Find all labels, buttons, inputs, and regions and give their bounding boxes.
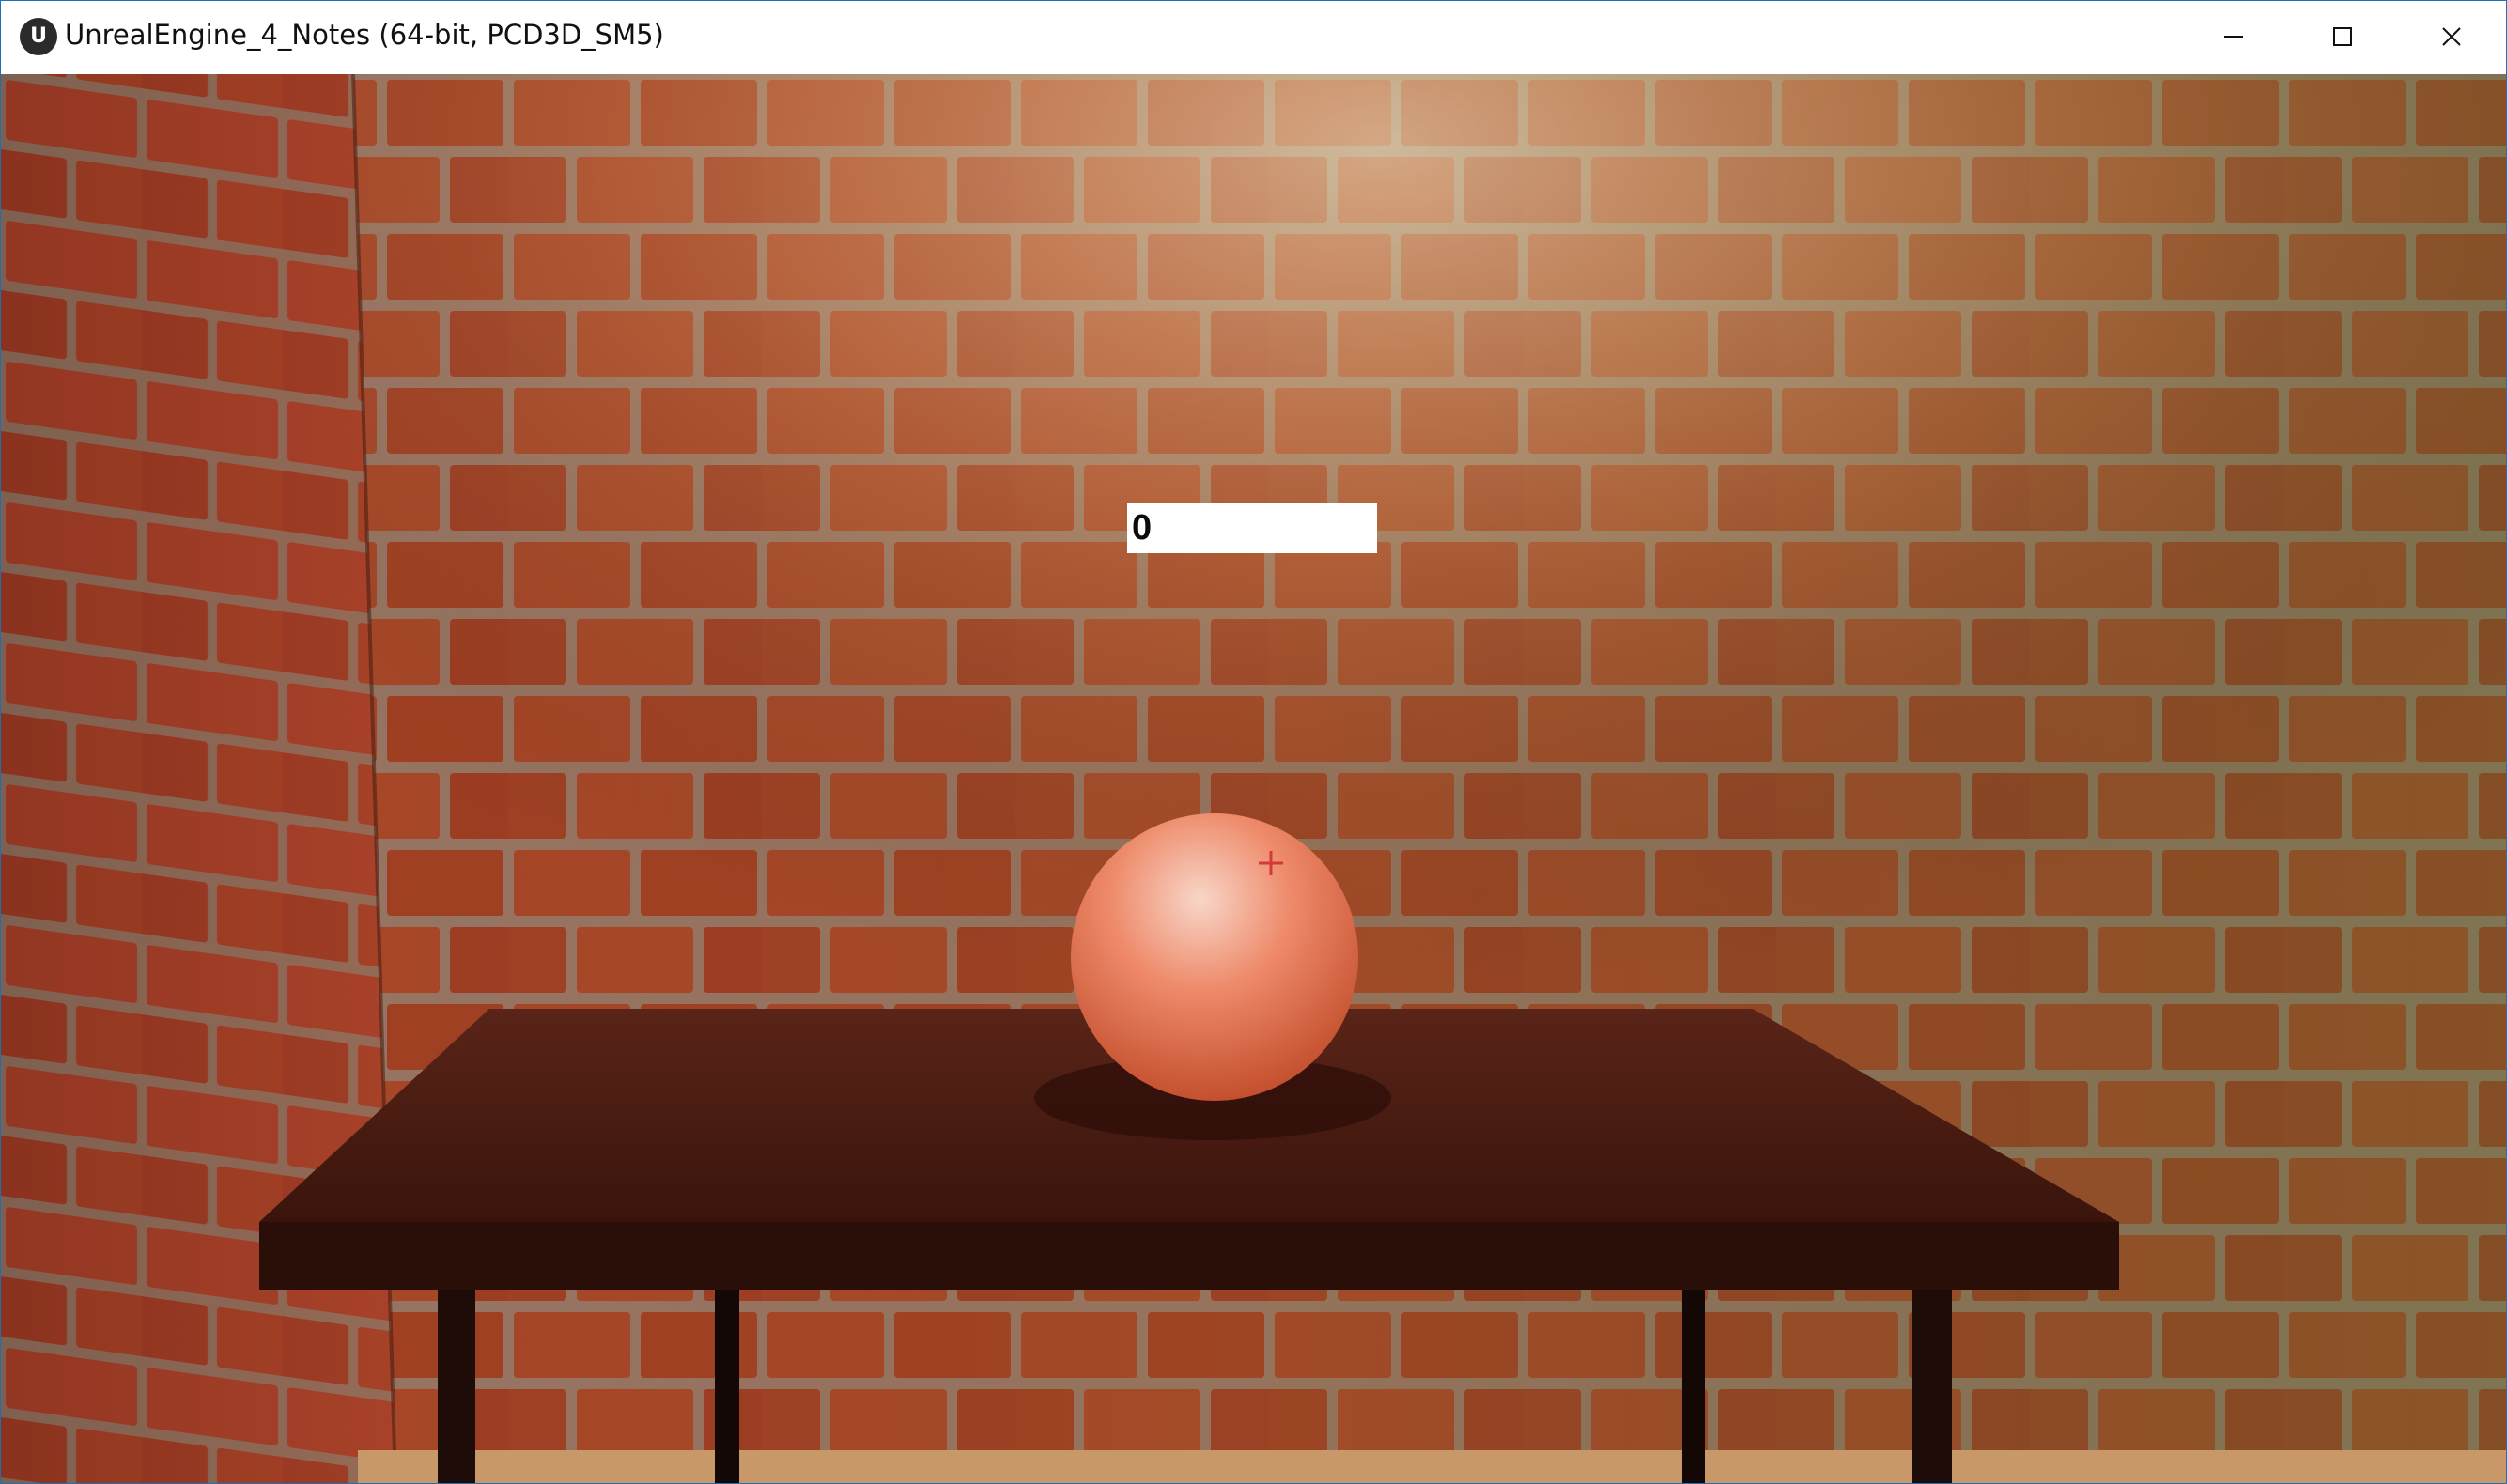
unreal-engine-icon: U — [20, 18, 57, 55]
crosshair-icon — [1259, 851, 1283, 875]
maximize-icon — [2333, 27, 2352, 46]
maximize-button[interactable] — [2288, 1, 2397, 73]
title-bar[interactable]: U UnrealEngine_4_Notes (64-bit, PCD3D_SM… — [1, 1, 2506, 73]
close-button[interactable] — [2397, 1, 2506, 73]
game-viewport[interactable]: 0 — [1, 74, 2506, 1483]
minimize-button[interactable] — [2179, 1, 2288, 73]
game-window: U UnrealEngine_4_Notes (64-bit, PCD3D_SM… — [0, 0, 2507, 1484]
minimize-icon — [2224, 36, 2243, 38]
score-display: 0 — [1127, 503, 1377, 553]
window-title: UnrealEngine_4_Notes (64-bit, PCD3D_SM5) — [65, 19, 664, 51]
score-value: 0 — [1132, 508, 1153, 548]
scene-render — [1, 74, 2506, 1483]
close-icon — [2442, 27, 2461, 46]
